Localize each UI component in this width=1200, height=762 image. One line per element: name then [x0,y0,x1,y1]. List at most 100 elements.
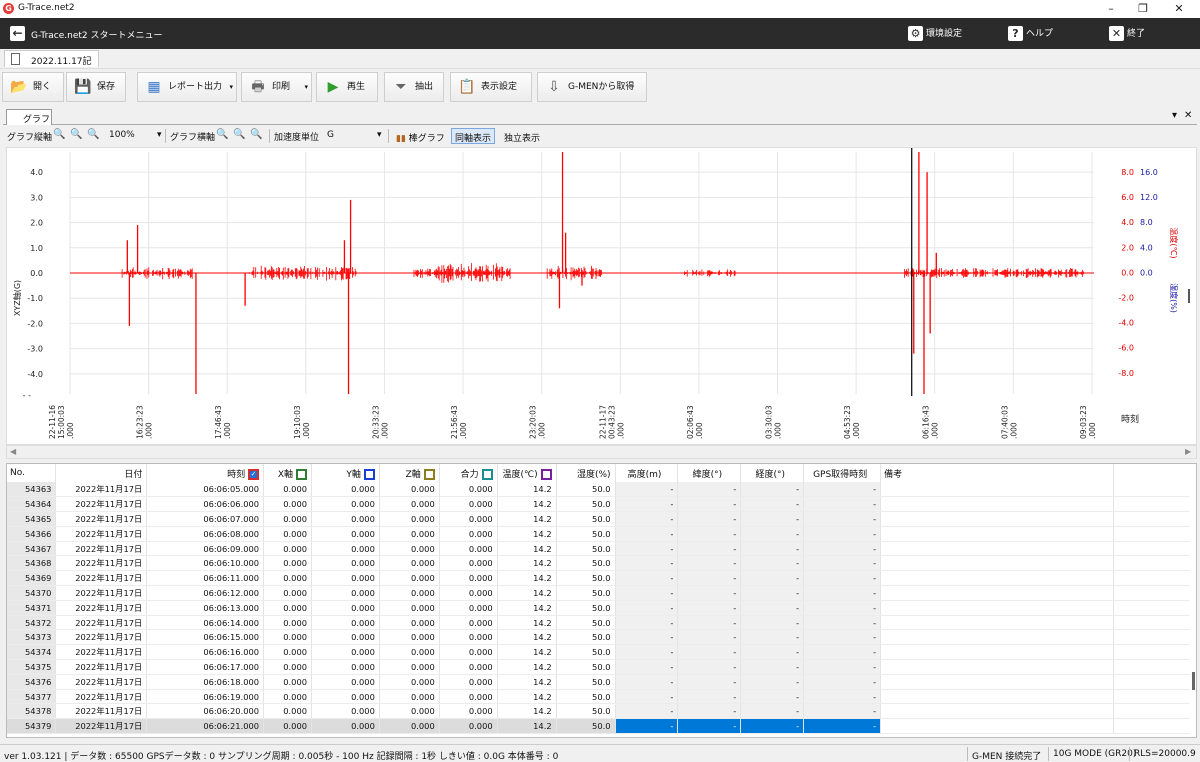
col-gps-time[interactable]: GPS取得時刻 [803,464,882,482]
cell-lat[interactable]: - [677,689,742,705]
tab-graph[interactable]: グラフ [6,109,52,125]
cell-total[interactable]: 0.000 [439,482,498,498]
cell-note[interactable] [880,644,1115,661]
col-time[interactable]: 時刻 ✓ [146,464,265,482]
minimize-button[interactable]: – [1096,0,1126,18]
cell-x[interactable]: 0.000 [263,585,313,601]
zoom-out-icon[interactable]: 🔍 [250,129,262,140]
print-button[interactable]: 🖶 印刷 ▾ [241,72,312,102]
cell-lon[interactable]: - [740,659,805,675]
table-row[interactable]: 54374 2022年11月17日 06:06:16.000 0.000 0.000 0.… [7,644,1196,661]
cell-x[interactable]: 0.000 [263,718,313,735]
cell-hum[interactable]: 50.0 [556,718,616,735]
cell-total[interactable]: 0.000 [439,511,498,527]
cell-gps[interactable]: - [803,689,882,705]
cell-temp[interactable]: 14.2 [497,482,557,498]
cell-no[interactable]: 54371 [7,600,57,616]
cell-hum[interactable]: 50.0 [556,511,616,527]
cell-gps[interactable]: - [803,615,882,631]
cell-time[interactable]: 06:06:16.000 [146,644,265,661]
cell-time[interactable]: 06:06:08.000 [146,526,265,542]
grid-vertical-scrollbar[interactable] [1190,464,1196,737]
cell-no[interactable]: 54373 [7,629,57,646]
dropdown-arrow-icon[interactable]: ▾ [229,73,233,101]
cell-no[interactable]: 54367 [7,541,57,557]
cell-date[interactable]: 2022年11月17日 [55,659,148,675]
zoom-in-icon[interactable]: 🔍 [233,129,245,140]
col-date[interactable]: 日付 [55,464,148,482]
cell-total[interactable]: 0.000 [439,585,498,601]
cell-y[interactable]: 0.000 [311,526,380,542]
table-row[interactable]: 54369 2022年11月17日 06:06:11.000 0.000 0.000 0.… [7,570,1196,587]
cell-no[interactable]: 54364 [7,496,57,513]
cell-date[interactable]: 2022年11月17日 [55,541,148,557]
cell-gps[interactable]: - [803,659,882,675]
cell-hum[interactable]: 50.0 [556,703,616,720]
cell-lat[interactable]: - [677,674,742,690]
cell-time[interactable]: 06:06:17.000 [146,659,265,675]
start-menu-title[interactable]: G-Trace.net2 スタートメニュー [31,28,163,41]
col-note[interactable]: 備考 [880,464,1115,482]
table-row[interactable]: 54376 2022年11月17日 06:06:18.000 0.000 0.000 0.… [7,674,1196,690]
cell-z[interactable]: 0.000 [379,496,440,513]
col-temp[interactable]: 温度(℃) [497,464,557,482]
table-row[interactable]: 54371 2022年11月17日 06:06:13.000 0.000 0.000 0.… [7,600,1196,616]
cell-alt[interactable]: - [615,482,679,498]
cell-date[interactable]: 2022年11月17日 [55,496,148,513]
cell-y[interactable]: 0.000 [311,570,380,587]
acceleration-chart[interactable]: 4.0 3.0 2.0 1.0 0.0 -1.0 -2.0 -3.0 -4.0 - - 8.0 6.0… [7,148,1196,444]
cell-date[interactable]: 2022年11月17日 [55,644,148,661]
cell-total[interactable]: 0.000 [439,659,498,675]
cell-z[interactable]: 0.000 [379,482,440,498]
cell-lat[interactable]: - [677,482,742,498]
cell-date[interactable]: 2022年11月17日 [55,526,148,542]
cell-x[interactable]: 0.000 [263,629,313,646]
cell-temp[interactable]: 14.2 [497,541,557,557]
cell-x[interactable]: 0.000 [263,526,313,542]
cell-total[interactable]: 0.000 [439,600,498,616]
cell-lat[interactable]: - [677,600,742,616]
cell-x[interactable]: 0.000 [263,689,313,705]
cell-note[interactable] [880,496,1115,513]
total-checkbox[interactable] [481,468,493,480]
cell-hum[interactable]: 50.0 [556,482,616,498]
cell-time[interactable]: 06:06:10.000 [146,555,265,572]
cell-date[interactable]: 2022年11月17日 [55,718,148,735]
cell-temp[interactable]: 14.2 [497,496,557,513]
cell-y[interactable]: 0.000 [311,615,380,631]
col-longitude[interactable]: 経度(°) [740,464,805,482]
cell-hum[interactable]: 50.0 [556,659,616,675]
cell-no[interactable]: 54369 [7,570,57,587]
cell-y[interactable]: 0.000 [311,703,380,720]
cell-hum[interactable]: 50.0 [556,496,616,513]
cell-lon[interactable]: - [740,644,805,661]
cell-total[interactable]: 0.000 [439,629,498,646]
cell-x[interactable]: 0.000 [263,659,313,675]
table-row[interactable]: 54379 2022年11月17日 06:06:21.000 0.000 0.000 0.… [7,718,1196,735]
cell-note[interactable] [880,570,1115,587]
cell-lon[interactable]: - [740,674,805,690]
cell-alt[interactable]: - [615,496,679,513]
cell-lat[interactable]: - [677,659,742,675]
cell-no[interactable]: 54374 [7,644,57,661]
cell-alt[interactable]: - [615,689,679,705]
cell-hum[interactable]: 50.0 [556,644,616,661]
cell-hum[interactable]: 50.0 [556,674,616,690]
cell-no[interactable]: 54378 [7,703,57,720]
cell-total[interactable]: 0.000 [439,555,498,572]
tab-menu-arrow-icon[interactable]: ▾ [1172,110,1177,121]
cell-z[interactable]: 0.000 [379,659,440,675]
cell-y[interactable]: 0.000 [311,482,380,498]
cell-no[interactable]: 54366 [7,526,57,542]
cell-temp[interactable]: 14.2 [497,644,557,661]
cell-time[interactable]: 06:06:05.000 [146,482,265,498]
cell-note[interactable] [880,703,1115,720]
cell-total[interactable]: 0.000 [439,689,498,705]
cell-lat[interactable]: - [677,526,742,542]
cell-z[interactable]: 0.000 [379,600,440,616]
chart-panel[interactable]: 4.0 3.0 2.0 1.0 0.0 -1.0 -2.0 -3.0 -4.0 - - 8.0 6.0… [6,147,1197,445]
cell-lat[interactable]: - [677,615,742,631]
col-z[interactable]: Z軸 [379,464,440,482]
cell-no[interactable]: 54376 [7,674,57,690]
cell-lon[interactable]: - [740,555,805,572]
